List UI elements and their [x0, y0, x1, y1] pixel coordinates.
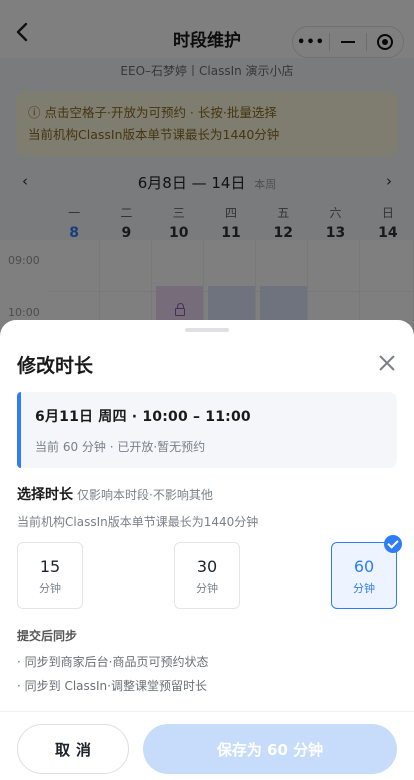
close-icon[interactable] [378, 354, 396, 372]
option-unit: 分钟 [39, 582, 61, 595]
edit-duration-sheet: 修改时长 6月11日 周四 · 10:00 – 11:00 当前 60 分钟 ·… [0, 320, 414, 780]
save-button[interactable]: 保存为 60 分钟 [143, 724, 397, 774]
limit-note: 当前机构ClassIn版本单节课最长为1440分钟 [17, 515, 259, 529]
duration-option-15[interactable]: 15 分钟 [17, 542, 83, 609]
check-icon [384, 535, 402, 553]
sheet-title: 修改时长 [17, 355, 94, 377]
option-value: 60 [353, 557, 375, 576]
duration-option-60[interactable]: 60 分钟 [331, 535, 402, 609]
sync-item: · 同步到商家后台·商品页可预约状态 [17, 655, 209, 669]
slot-info-card: 6月11日 周四 · 10:00 – 11:00 当前 60 分钟 · 已开放·… [17, 392, 397, 468]
drag-handle[interactable] [185, 328, 229, 332]
duration-option-30[interactable]: 30 分钟 [174, 542, 240, 609]
slot-status: 当前 60 分钟 · 已开放·暂无预约 [35, 440, 206, 454]
duration-section-title: 选择时长 仅影响本时段·不影响其他 [17, 484, 213, 504]
cancel-button[interactable]: 取消 [17, 724, 129, 774]
option-unit: 分钟 [196, 582, 218, 595]
sheet-footer: 取消 保存为 60 分钟 [0, 711, 414, 780]
section-hint: 仅影响本时段·不影响其他 [77, 488, 213, 502]
slot-datetime: 6月11日 周四 · 10:00 – 11:00 [35, 409, 251, 425]
option-unit: 分钟 [353, 582, 375, 595]
sync-item: · 同步到 ClassIn·调整课堂预留时长 [17, 679, 207, 693]
section-title-label: 选择时长 [17, 487, 73, 503]
option-value: 30 [196, 557, 218, 576]
sync-title: 提交后同步 [17, 629, 78, 643]
option-value: 15 [39, 557, 61, 576]
